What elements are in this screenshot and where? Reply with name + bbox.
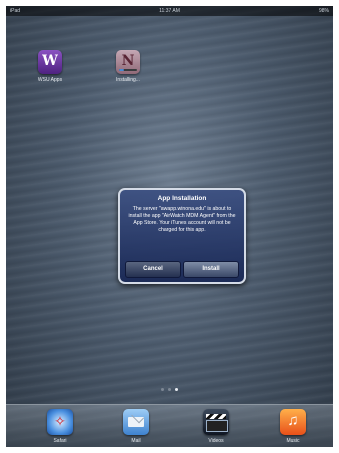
app-label: Mail <box>131 438 141 444</box>
install-button[interactable]: Install <box>183 261 239 278</box>
page-indicator[interactable] <box>6 388 333 391</box>
status-bar: iPad 11:37 AM 98% <box>6 6 333 16</box>
app-label: Safari <box>53 438 67 444</box>
page-dot <box>168 388 171 391</box>
app-label: Installing... <box>116 77 140 83</box>
alert-message: The server "awapp.winona.edu" is about t… <box>128 206 236 233</box>
app-label: WSU Apps <box>37 77 63 83</box>
app-label: Music <box>286 438 300 444</box>
clock-label: 11:37 AM <box>159 8 180 14</box>
alert-title: App Installation <box>157 195 207 202</box>
onenote-icon: N <box>116 50 140 74</box>
page-dot-current <box>175 388 178 391</box>
dock: ✧ Safari Mail Videos ♫ Music <box>6 404 333 447</box>
wsu-apps-icon: W <box>38 50 62 74</box>
home-screen: iPad 11:37 AM 98% W WSU Apps N Installin… <box>6 6 333 447</box>
device-frame: iPad 11:37 AM 98% W WSU Apps N Installin… <box>0 0 339 453</box>
videos-icon <box>203 409 229 435</box>
safari-icon: ✧ <box>47 409 73 435</box>
app-installation-alert: App Installation The server "awapp.winon… <box>118 188 246 284</box>
dock-app-safari[interactable]: ✧ Safari <box>40 409 80 444</box>
app-label: Videos <box>208 438 224 444</box>
dock-app-videos[interactable]: Videos <box>196 409 236 444</box>
dock-app-mail[interactable]: Mail <box>116 409 156 444</box>
app-installing[interactable]: N Installing... <box>108 50 148 83</box>
cancel-button[interactable]: Cancel <box>125 261 181 278</box>
mail-icon <box>123 409 149 435</box>
battery-label: 98% <box>318 8 329 14</box>
music-icon: ♫ <box>280 409 306 435</box>
dock-app-music[interactable]: ♫ Music <box>273 409 313 444</box>
page-dot <box>161 388 164 391</box>
app-wsu-apps[interactable]: W WSU Apps <box>30 50 70 83</box>
install-progress-bar <box>119 69 137 71</box>
